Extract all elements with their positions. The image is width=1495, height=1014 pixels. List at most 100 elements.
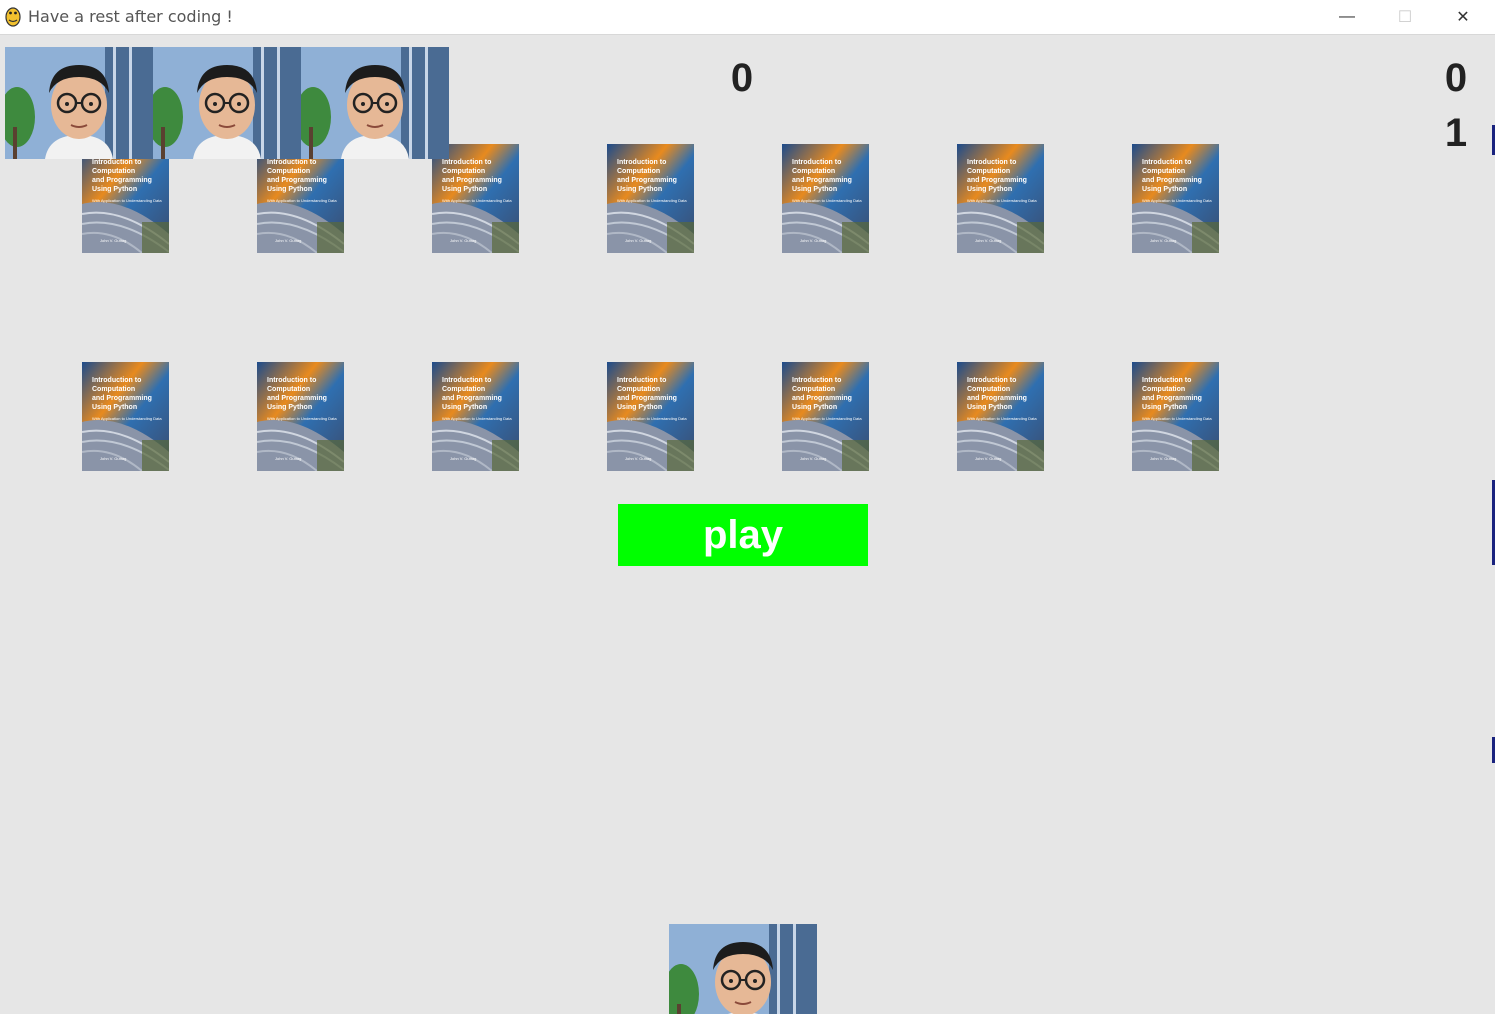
svg-text:Using Python: Using Python [1142,404,1187,411]
svg-text:Introduction to: Introduction to [92,377,141,384]
svg-text:John V. Guttag: John V. Guttag [100,456,126,461]
svg-text:With Application to Understand: With Application to Understanding Data [267,198,337,203]
life-face-icon [301,47,449,159]
svg-text:With Application to Understand: With Application to Understanding Data [1142,198,1212,203]
svg-text:Introduction to: Introduction to [267,377,316,384]
svg-text:Introduction to: Introduction to [92,159,141,166]
svg-text:and Programming: and Programming [267,177,327,184]
svg-text:With Application to Understand: With Application to Understanding Data [442,416,512,421]
level-indicator: 1 [1444,111,1468,155]
svg-text:Introduction to: Introduction to [967,377,1016,384]
svg-text:and Programming: and Programming [92,395,152,402]
book-brick-icon: Introduction to Computation and Programmin… [607,144,694,253]
svg-text:John V. Guttag: John V. Guttag [450,238,476,243]
minimize-button[interactable]: — [1318,0,1376,34]
close-icon: ✕ [1456,9,1470,26]
play-button-label: play [702,512,784,557]
minimize-icon: — [1339,8,1355,25]
svg-text:Introduction to: Introduction to [1142,159,1191,166]
book-brick-icon: Introduction to Computation and Programmin… [1132,362,1219,471]
svg-text:Computation: Computation [92,168,135,175]
svg-text:Introduction to: Introduction to [617,159,666,166]
svg-text:Introduction to: Introduction to [792,159,841,166]
svg-text:John V. Guttag: John V. Guttag [975,456,1001,461]
svg-text:and Programming: and Programming [967,177,1027,184]
svg-text:John V. Guttag: John V. Guttag [275,238,301,243]
svg-text:Computation: Computation [267,168,310,175]
svg-text:Using Python: Using Python [267,404,312,411]
window-titlebar: Have a rest after coding ! — ☐ ✕ [0,0,1495,35]
svg-text:John V. Guttag: John V. Guttag [625,238,651,243]
svg-text:John V. Guttag: John V. Guttag [1150,238,1176,243]
maximize-button[interactable]: ☐ [1376,0,1434,34]
book-brick-icon: Introduction to Computation and Programmin… [957,144,1044,253]
svg-text:Introduction to: Introduction to [792,377,841,384]
svg-text:Computation: Computation [967,168,1010,175]
svg-text:John V. Guttag: John V. Guttag [1150,456,1176,461]
svg-text:With Application to Understand: With Application to Understanding Data [792,416,862,421]
svg-text:Using Python: Using Python [442,186,487,193]
paddle[interactable] [669,924,817,1014]
svg-text:Using Python: Using Python [967,404,1012,411]
svg-text:and Programming: and Programming [967,395,1027,402]
svg-text:and Programming: and Programming [792,177,852,184]
svg-text:With Application to Understand: With Application to Understanding Data [92,198,162,203]
book-brick-icon: Introduction to Computation and Programmin… [782,362,869,471]
pygame-snake-icon [5,7,21,27]
svg-text:Using Python: Using Python [442,404,487,411]
svg-text:John V. Guttag: John V. Guttag [450,456,476,461]
svg-text:John V. Guttag: John V. Guttag [800,456,826,461]
svg-text:and Programming: and Programming [617,395,677,402]
svg-text:Computation: Computation [1142,168,1185,175]
book-brick-icon: Introduction to Computation and Programmin… [1132,144,1219,253]
svg-text:With Application to Understand: With Application to Understanding Data [967,416,1037,421]
svg-text:Introduction to: Introduction to [267,159,316,166]
svg-text:Introduction to: Introduction to [442,159,491,166]
svg-text:Using Python: Using Python [792,404,837,411]
svg-text:Using Python: Using Python [617,404,662,411]
svg-text:Computation: Computation [442,168,485,175]
svg-text:Using Python: Using Python [967,186,1012,193]
svg-text:Computation: Computation [967,386,1010,393]
svg-text:John V. Guttag: John V. Guttag [100,238,126,243]
svg-text:Using Python: Using Python [92,186,137,193]
svg-text:and Programming: and Programming [617,177,677,184]
svg-text:Using Python: Using Python [267,186,312,193]
svg-text:With Application to Understand: With Application to Understanding Data [1142,416,1212,421]
svg-text:Using Python: Using Python [92,404,137,411]
book-brick-icon: Introduction to Computation and Programmin… [432,362,519,471]
svg-text:Introduction to: Introduction to [617,377,666,384]
svg-text:Introduction to: Introduction to [442,377,491,384]
book-brick-icon: Introduction to Computation and Programmin… [782,144,869,253]
book-brick-icon: Introduction to Computation and Programmin… [82,362,169,471]
book-brick-icon: Introduction to Computation and Programmin… [957,362,1044,471]
svg-text:Using Python: Using Python [792,186,837,193]
svg-text:With Application to Understand: With Application to Understanding Data [617,198,687,203]
svg-text:Computation: Computation [92,386,135,393]
book-brick-icon: Introduction to Computation and Programmin… [607,362,694,471]
close-button[interactable]: ✕ [1434,0,1492,34]
life-face-icon [5,47,153,159]
svg-text:John V. Guttag: John V. Guttag [625,456,651,461]
svg-text:With Application to Understand: With Application to Understanding Data [92,416,162,421]
svg-text:Introduction to: Introduction to [1142,377,1191,384]
score-right: 0 [1444,56,1468,100]
svg-text:With Application to Understand: With Application to Understanding Data [617,416,687,421]
play-button[interactable]: play [618,504,868,566]
svg-text:and Programming: and Programming [792,395,852,402]
svg-text:With Application to Understand: With Application to Understanding Data [967,198,1037,203]
svg-text:With Application to Understand: With Application to Understanding Data [792,198,862,203]
svg-text:Computation: Computation [1142,386,1185,393]
svg-text:Computation: Computation [617,386,660,393]
svg-text:and Programming: and Programming [442,395,502,402]
svg-text:John V. Guttag: John V. Guttag [275,456,301,461]
svg-text:Using Python: Using Python [1142,186,1187,193]
book-brick-icon: Introduction to Computation and Programmin… [432,144,519,253]
svg-text:and Programming: and Programming [1142,177,1202,184]
svg-text:and Programming: and Programming [442,177,502,184]
svg-text:Using Python: Using Python [617,186,662,193]
book-brick-icon: Introduction to Computation and Programmin… [257,144,344,253]
book-brick-icon: Introduction to Computation and Programmin… [257,362,344,471]
svg-text:Introduction to: Introduction to [967,159,1016,166]
svg-text:With Application to Understand: With Application to Understanding Data [267,416,337,421]
